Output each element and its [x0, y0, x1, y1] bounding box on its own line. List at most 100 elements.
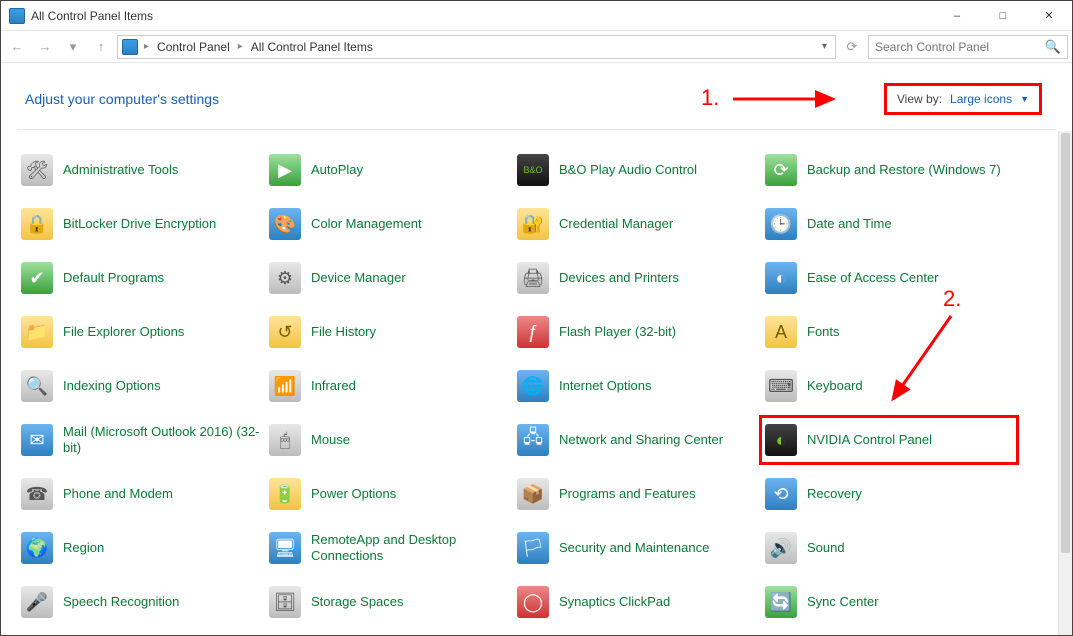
control-panel-item[interactable]: ☎Phone and Modem — [21, 475, 269, 513]
control-panel-item[interactable]: 🌍 Region — [21, 529, 269, 567]
navigation-bar: ← → ▾ ↑ ▸ Control Panel ▸ All Control Pa… — [1, 31, 1072, 63]
control-panel-item[interactable]: ⚙Device Manager — [269, 259, 517, 297]
window-title: All Control Panel Items — [31, 9, 934, 23]
control-panel-item[interactable]: ⟳Backup and Restore (Windows 7) — [765, 151, 1013, 189]
view-by-selector[interactable]: View by: Large icons ▼ — [884, 83, 1042, 115]
close-button[interactable]: ✕ — [1026, 1, 1072, 31]
control-panel-item[interactable]: ⌨Keyboard — [765, 367, 1013, 405]
control-panel-item[interactable]: ▶AutoPlay — [269, 151, 517, 189]
breadcrumb-current[interactable]: All Control Panel Items — [249, 40, 375, 54]
item-label: Devices and Printers — [559, 270, 679, 286]
item-label: Storage Spaces — [311, 594, 404, 610]
address-icon — [122, 39, 138, 55]
control-panel-grid: 🛠 Administrative Tools ▶AutoPlayB&O B&O Pla… — [1, 131, 1058, 635]
control-panel-item[interactable]: 🖥RemoteApp and Desktop Connections — [269, 529, 517, 567]
breadcrumb-root[interactable]: Control Panel — [155, 40, 232, 54]
control-panel-item[interactable]: 🔍 Indexing Options — [21, 367, 269, 405]
keyboard-icon: ⌨ — [765, 370, 797, 402]
control-panel-item[interactable]: 🔐Credential Manager — [517, 205, 765, 243]
color-icon: 🎨 — [269, 208, 301, 240]
up-button[interactable]: ↑ — [89, 35, 113, 59]
infrared-icon: 📶 — [269, 370, 301, 402]
region-icon: 🌍 — [21, 532, 53, 564]
control-panel-item[interactable]: 🏳 Security and Maintenance — [517, 529, 765, 567]
item-label: Flash Player (32-bit) — [559, 324, 676, 340]
search-box[interactable]: 🔍 — [868, 35, 1068, 59]
scrollbar-thumb[interactable] — [1061, 133, 1070, 553]
internet-icon: 🌐 — [517, 370, 549, 402]
security-icon: 🏳 — [517, 532, 549, 564]
back-button[interactable]: ← — [5, 35, 29, 59]
control-panel-item[interactable]: 📦Programs and Features — [517, 475, 765, 513]
recovery-icon: ⟲ — [765, 478, 797, 510]
index-icon: 🔍 — [21, 370, 53, 402]
control-panel-item[interactable]: 🕒Date and Time — [765, 205, 1013, 243]
maximize-button[interactable]: □ — [980, 1, 1026, 31]
control-panel-item[interactable]: AFonts — [765, 313, 1013, 351]
content-area: 🛠 Administrative Tools ▶AutoPlayB&O B&O Pla… — [1, 131, 1058, 635]
control-panel-item[interactable]: ⟲ Recovery — [765, 475, 1013, 513]
forward-button[interactable]: → — [33, 35, 57, 59]
control-panel-item[interactable]: 📶Infrared — [269, 367, 517, 405]
item-label: Device Manager — [311, 270, 406, 286]
item-label: Network and Sharing Center — [559, 432, 723, 448]
chevron-right-icon: ▸ — [140, 41, 153, 52]
control-panel-item[interactable]: 🌐Internet Options — [517, 367, 765, 405]
item-label: Administrative Tools — [63, 162, 178, 178]
ease-icon: ◐ — [765, 262, 797, 294]
address-dropdown-icon[interactable]: ▾ — [822, 41, 831, 52]
control-panel-item[interactable]: ◐NVIDIA Control Panel — [765, 421, 1013, 459]
control-panel-item[interactable]: B&O B&O Play Audio Control — [517, 151, 765, 189]
control-panel-item[interactable]: 🔊Sound — [765, 529, 1013, 567]
control-panel-item[interactable]: ✔Default Programs — [21, 259, 269, 297]
control-panel-item[interactable]: 🔋Power Options — [269, 475, 517, 513]
mail-icon: ✉ — [21, 424, 53, 456]
control-panel-item[interactable]: 🗄Storage Spaces — [269, 583, 517, 621]
speech-icon: 🎤 — [21, 586, 53, 618]
refresh-button[interactable]: ⟳ — [840, 35, 864, 59]
bo-icon: B&O — [517, 154, 549, 186]
control-panel-item[interactable]: ↺File History — [269, 313, 517, 351]
file-history-icon: ↺ — [269, 316, 301, 348]
item-label: Color Management — [311, 216, 422, 232]
control-panel-item[interactable]: ◐Ease of Access Center — [765, 259, 1013, 297]
control-panel-item[interactable]: ✉Mail (Microsoft Outlook 2016) (32-bit) — [21, 421, 269, 459]
page-title: Adjust your computer's settings — [25, 91, 884, 107]
item-label: Indexing Options — [63, 378, 161, 394]
control-panel-item[interactable]: ƒFlash Player (32-bit) — [517, 313, 765, 351]
control-panel-icon — [9, 8, 25, 24]
address-bar[interactable]: ▸ Control Panel ▸ All Control Panel Item… — [117, 35, 836, 59]
search-icon: 🔍 — [1045, 39, 1061, 55]
history-dropdown[interactable]: ▾ — [61, 35, 85, 59]
tools-icon: 🛠 — [21, 154, 53, 186]
programs-icon: 📦 — [517, 478, 549, 510]
control-panel-item[interactable]: 🔄Sync Center — [765, 583, 1013, 621]
item-label: Recovery — [807, 486, 862, 502]
control-panel-item[interactable]: 🖨Devices and Printers — [517, 259, 765, 297]
item-label: Speech Recognition — [63, 594, 179, 610]
vertical-scrollbar[interactable] — [1058, 131, 1072, 635]
control-panel-item[interactable]: 🎨 Color Management — [269, 205, 517, 243]
control-panel-item[interactable]: ◯Synaptics ClickPad — [517, 583, 765, 621]
nvidia-icon: ◐ — [765, 424, 797, 456]
search-input[interactable] — [875, 40, 1039, 54]
item-label: AutoPlay — [311, 162, 363, 178]
remote-icon: 🖥 — [269, 532, 301, 564]
item-label: BitLocker Drive Encryption — [63, 216, 216, 232]
control-panel-item[interactable]: 🔒 BitLocker Drive Encryption — [21, 205, 269, 243]
control-panel-item[interactable]: 🖱Mouse — [269, 421, 517, 459]
view-by-label: View by: — [897, 92, 942, 106]
control-panel-item[interactable]: 🛠 Administrative Tools — [21, 151, 269, 189]
item-label: Default Programs — [63, 270, 164, 286]
chevron-right-icon: ▸ — [234, 41, 247, 52]
minimize-button[interactable]: – — [934, 1, 980, 31]
bitlocker-icon: 🔒 — [21, 208, 53, 240]
item-label: B&O Play Audio Control — [559, 162, 697, 178]
sound-icon: 🔊 — [765, 532, 797, 564]
control-panel-item[interactable]: 🎤 Speech Recognition — [21, 583, 269, 621]
fonts-icon: A — [765, 316, 797, 348]
control-panel-item[interactable]: 🖧Network and Sharing Center — [517, 421, 765, 459]
item-label: Security and Maintenance — [559, 540, 709, 556]
item-label: Region — [63, 540, 104, 556]
control-panel-item[interactable]: 📁File Explorer Options — [21, 313, 269, 351]
